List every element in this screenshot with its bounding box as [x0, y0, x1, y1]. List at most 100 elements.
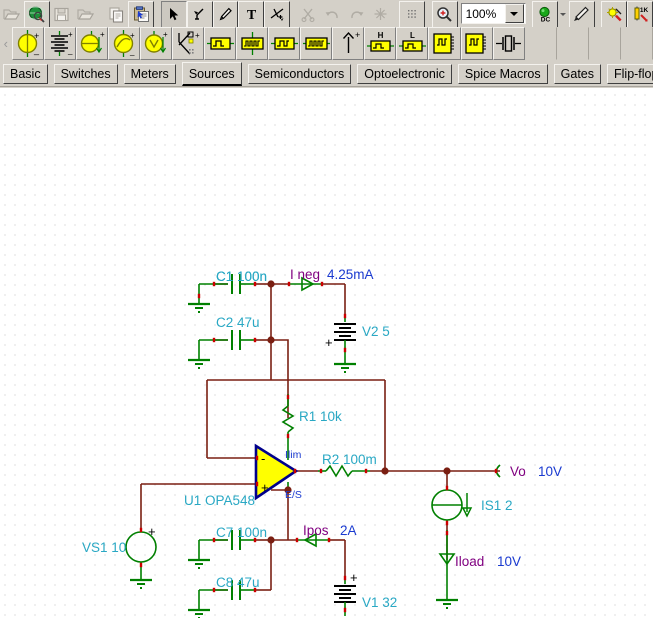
paste-icon[interactable] — [128, 0, 155, 28]
svg-text:+: + — [34, 31, 39, 41]
palette-ic-source-1[interactable] — [428, 27, 461, 60]
zoom-icon[interactable] — [431, 0, 458, 28]
palette-pulse-source[interactable] — [204, 27, 237, 60]
current-probe-iload — [434, 530, 460, 611]
simulator-window: T 100% DC 1K ‹ + _ + _ + + _ + + + H L B… — [0, 0, 653, 618]
probe-value-ineg: 4.25mA — [327, 267, 374, 282]
palette-high-logic-source[interactable]: H — [364, 27, 397, 60]
vs1-plus-label: + — [148, 524, 156, 539]
palette-vcc-rail[interactable]: + — [332, 27, 365, 60]
probe-label-iload: Iload — [455, 554, 484, 569]
svg-text:+: + — [100, 30, 105, 39]
palette-sine-source[interactable]: + _ — [107, 27, 140, 60]
pencil-tool-icon[interactable] — [212, 0, 239, 28]
copy-icon[interactable] — [104, 1, 129, 27]
svg-text:DC: DC — [541, 16, 551, 23]
label-opamp-u1: U1 OPA548 — [184, 493, 255, 508]
opamp-pin-ilim-label: Ilim — [285, 449, 302, 461]
probe-icon[interactable] — [568, 0, 595, 28]
probe-value-vo: 10V — [538, 464, 562, 479]
schematic-canvas[interactable]: C1 100n C1 100n C2 47u C7 100n C8 47u V2… — [0, 88, 653, 618]
main-toolbar: T 100% DC 1K — [0, 0, 653, 28]
probe-label-ipos: Ipos — [303, 523, 329, 538]
label-capacitor-c2: C2 47u — [216, 315, 260, 330]
light-probe-icon[interactable] — [601, 0, 628, 28]
chevron-down-icon[interactable] — [504, 4, 524, 23]
svg-text:L: L — [410, 31, 415, 40]
svg-text:_: _ — [67, 46, 73, 55]
probe-value-ipos: 2A — [340, 523, 357, 538]
label-capacitor-c1: C1 100n — [216, 269, 267, 284]
dc-source-icon[interactable]: DC — [532, 0, 559, 28]
text-tool-icon[interactable]: T — [238, 0, 265, 28]
grid-toggle-icon[interactable] — [399, 0, 425, 28]
palette-battery[interactable]: + _ — [43, 27, 76, 60]
tab-gates[interactable]: Gates — [553, 64, 601, 84]
palette-low-logic-source[interactable]: L — [396, 27, 429, 60]
zoom-level-value: 100% — [465, 6, 497, 21]
zoom-level-combo[interactable]: 100% — [460, 3, 526, 24]
graph-tool-icon[interactable] — [264, 0, 291, 28]
probe-label-vo: Vo — [510, 464, 526, 479]
resistance-probe-icon[interactable]: 1K — [627, 0, 653, 28]
wire-tool-icon[interactable] — [186, 0, 213, 28]
palette-dc-voltage-source[interactable]: + _ — [11, 27, 44, 60]
palette-empty-1[interactable] — [524, 27, 557, 60]
label-battery-v1: V1 32 — [362, 595, 397, 610]
current-source-is1 — [431, 485, 473, 526]
node-icon[interactable] — [368, 1, 393, 27]
label-capacitor-c7: C7 100n — [216, 525, 267, 540]
label-battery-v2: V2 5 — [362, 324, 390, 339]
tab-basic[interactable]: Basic — [3, 64, 48, 84]
svg-text:_: _ — [129, 47, 135, 56]
tab-optoelectronic[interactable]: Optoelectronic — [357, 64, 452, 84]
svg-text:1K: 1K — [639, 7, 648, 14]
palette-pwm-source[interactable] — [300, 27, 333, 60]
svg-text:+: + — [68, 30, 73, 39]
undo-icon[interactable] — [320, 1, 345, 27]
tab-meters[interactable]: Meters — [123, 64, 176, 84]
svg-text:+: + — [195, 31, 200, 40]
opamp-pin-es-label: E/S — [285, 489, 302, 501]
tab-flip-flops[interactable]: Flip-flops — [607, 64, 653, 84]
tab-switches[interactable]: Switches — [53, 64, 118, 84]
svg-text:_: _ — [33, 45, 40, 55]
open-file-icon[interactable] — [0, 1, 24, 27]
svg-text:T: T — [247, 8, 257, 23]
svg-text:H: H — [377, 31, 383, 40]
arrow-select-icon[interactable] — [160, 0, 187, 28]
redo-icon[interactable] — [344, 1, 369, 27]
svg-text:+: + — [355, 30, 360, 40]
cut-icon[interactable] — [296, 1, 321, 27]
label-voltage-source-vs1: VS1 10 — [82, 540, 126, 555]
dc-source-dropdown-icon[interactable] — [558, 1, 569, 27]
web-search-icon[interactable] — [23, 0, 50, 28]
label-capacitor-c8: C8 47u — [216, 575, 260, 590]
junction-dots — [267, 280, 451, 544]
battery-v1-plus-label: + — [350, 570, 358, 585]
open-project-icon[interactable] — [73, 1, 98, 27]
save-icon[interactable] — [49, 1, 74, 27]
opamp-pin-minus-label: - — [261, 451, 265, 466]
palette-square-source[interactable] — [236, 27, 269, 60]
palette-empty-3[interactable] — [588, 27, 621, 60]
component-palette: ‹ + _ + _ + + _ + + + H L — [0, 27, 653, 62]
palette-ic-source-2[interactable] — [460, 27, 493, 60]
palette-empty-4[interactable] — [620, 27, 653, 60]
palette-empty-2[interactable] — [556, 27, 589, 60]
palette-ac-voltage-source[interactable]: + — [75, 27, 108, 60]
tab-sources[interactable]: Sources — [181, 62, 242, 86]
svg-text:+: + — [130, 31, 135, 40]
category-tab-bar: Basic Switches Meters Sources Semiconduc… — [0, 60, 653, 88]
tab-spice-macros[interactable]: Spice Macros — [457, 64, 548, 84]
label-resistor-r2: R2 100m — [322, 452, 377, 467]
probe-value-iload: 10V — [497, 554, 521, 569]
tab-semiconductors[interactable]: Semiconductors — [247, 64, 352, 84]
svg-text:+: + — [163, 30, 168, 39]
battery-v2-plus-label: + — [325, 335, 333, 350]
palette-scroll-left-icon[interactable]: ‹ — [0, 27, 12, 60]
palette-current-source[interactable]: + — [139, 27, 172, 60]
palette-crystal[interactable] — [492, 27, 525, 60]
palette-controlled-source[interactable]: + — [171, 27, 205, 60]
palette-clock-source[interactable] — [268, 27, 301, 60]
